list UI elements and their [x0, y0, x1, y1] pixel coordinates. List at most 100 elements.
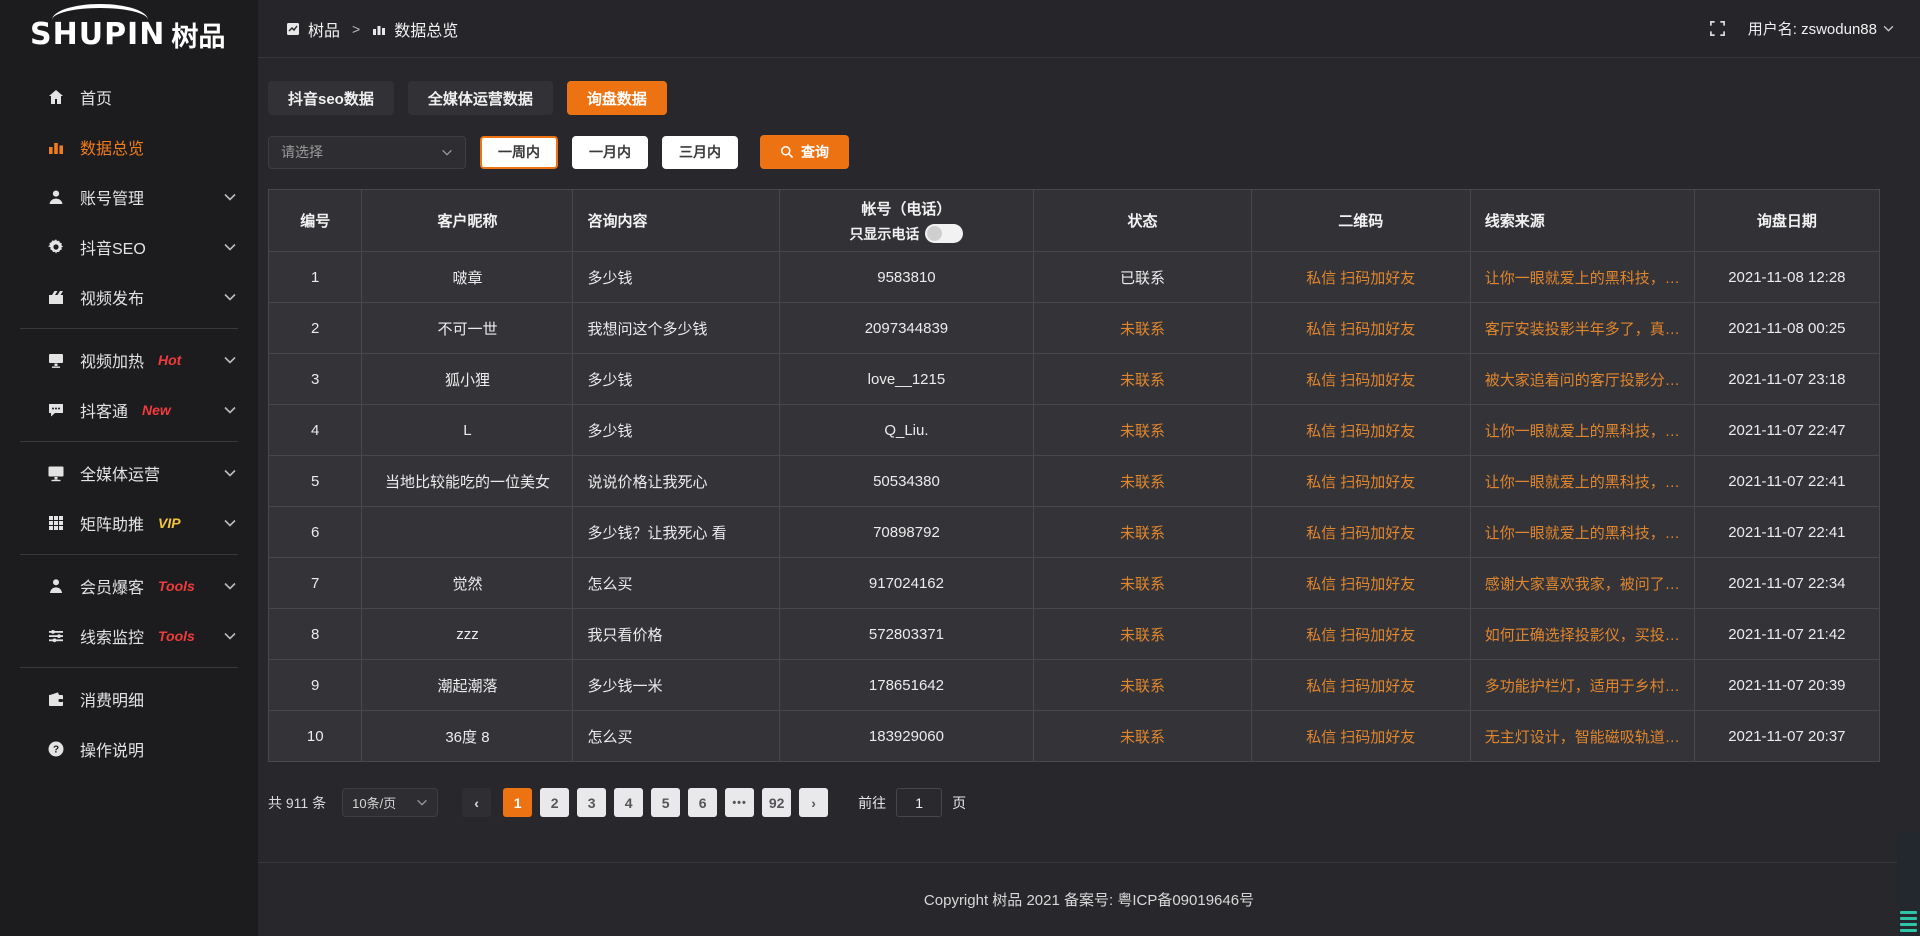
next-page-button[interactable]: › — [799, 788, 828, 817]
cell-date: 2021-11-07 22:41 — [1694, 456, 1879, 507]
cell-nickname: 觉然 — [362, 558, 573, 609]
sidebar-item-11[interactable]: 线索监控Tools — [0, 611, 258, 661]
sidebar-item-6[interactable]: 视频加热Hot — [0, 335, 258, 385]
phone-only-toggle[interactable] — [925, 224, 963, 243]
page-footer: Copyright 树品 2021 备案号: 粤ICP备09019646号 — [258, 862, 1920, 936]
cell-qrcode-link[interactable]: 私信 扫码加好友 — [1251, 558, 1470, 609]
cell-content: 多少钱 — [573, 252, 779, 303]
sidebar-divider — [20, 554, 238, 555]
sidebar-item-label: 全媒体运营 — [80, 461, 160, 485]
wallet-icon — [46, 689, 66, 709]
goto-page-input[interactable] — [896, 788, 942, 817]
sidebar: SHUPIN 树品 首页数据总览账号管理抖音SEO 视频发布视频加热Hot抖客通N… — [0, 0, 258, 936]
cell-qrcode-link[interactable]: 私信 扫码加好友 — [1251, 354, 1470, 405]
user-icon — [46, 187, 66, 207]
monitor-icon — [46, 463, 66, 483]
user-menu[interactable]: 用户名: zswodun88 — [1748, 18, 1894, 39]
logo-brand-en: SHUPIN — [30, 17, 165, 52]
cell-source-link[interactable]: 感谢大家喜欢我家，被问了好... — [1470, 558, 1694, 609]
query-button[interactable]: 查询 — [760, 135, 849, 169]
sidebar-item-12[interactable]: 消费明细 — [0, 674, 258, 724]
sidebar-item-label: 视频发布 — [80, 285, 144, 309]
sidebar-item-badge: Tools — [158, 578, 195, 594]
fullscreen-icon[interactable] — [1709, 20, 1726, 37]
tab-inquiry-data[interactable]: 询盘数据 — [567, 81, 667, 115]
cell-qrcode-link[interactable]: 私信 扫码加好友 — [1251, 660, 1470, 711]
cell-qrcode-link[interactable]: 私信 扫码加好友 — [1251, 507, 1470, 558]
cell-content: 我只看价格 — [573, 609, 779, 660]
period-week-button[interactable]: 一周内 — [480, 136, 558, 169]
chat-widget-sliver[interactable] — [1897, 832, 1920, 936]
sidebar-item-7[interactable]: 抖客通New — [0, 385, 258, 435]
cell-qrcode-link[interactable]: 私信 扫码加好友 — [1251, 456, 1470, 507]
cell-qrcode-link[interactable]: 私信 扫码加好友 — [1251, 609, 1470, 660]
page-button-1[interactable]: 1 — [503, 788, 532, 817]
chevron-down-icon — [1883, 25, 1894, 32]
cell-nickname: 狐小狸 — [362, 354, 573, 405]
page-button-92[interactable]: 92 — [762, 788, 791, 817]
logo-arc-decoration — [52, 4, 148, 20]
app-logo[interactable]: SHUPIN 树品 — [0, 0, 258, 58]
cell-source-link[interactable]: 让你一眼就爱上的黑科技，能... — [1470, 405, 1694, 456]
page-size-select[interactable]: 10条/页 — [342, 788, 438, 817]
tab-media-operation-data[interactable]: 全媒体运营数据 — [408, 81, 553, 115]
period-month-button[interactable]: 一月内 — [572, 136, 648, 169]
sidebar-item-1[interactable]: 首页 — [0, 72, 258, 122]
col-header-account: 帐号（电话） 只显示电话 — [779, 190, 1034, 252]
cell-source-link[interactable]: 多功能护栏灯，适用于乡村文... — [1470, 660, 1694, 711]
page-button-3[interactable]: 3 — [577, 788, 606, 817]
table-row: 2不可一世我想问这个多少钱2097344839未联系私信 扫码加好友客厅安装投影… — [269, 303, 1880, 354]
cell-source-link[interactable]: 让你一眼就爱上的黑科技，能... — [1470, 456, 1694, 507]
page-button-4[interactable]: 4 — [614, 788, 643, 817]
chevron-down-icon — [224, 188, 236, 206]
page-more-button[interactable]: ••• — [725, 788, 754, 817]
sidebar-item-5[interactable]: 视频发布 — [0, 272, 258, 322]
heat-monitor-icon — [46, 350, 66, 370]
cell-content: 多少钱？让我死心 看 — [573, 507, 779, 558]
sidebar-item-13[interactable]: ?操作说明 — [0, 724, 258, 774]
cell-status: 未联系 — [1034, 558, 1251, 609]
page-number-buttons: 123456 ••• 92 — [503, 788, 791, 817]
cell-content: 怎么买 — [573, 558, 779, 609]
cell-qrcode-link[interactable]: 私信 扫码加好友 — [1251, 303, 1470, 354]
sidebar-item-9[interactable]: 矩阵助推VIP — [0, 498, 258, 548]
sidebar-item-8[interactable]: 全媒体运营 — [0, 448, 258, 498]
breadcrumb-root[interactable]: 树品 — [308, 17, 340, 41]
cell-account: 2097344839 — [779, 303, 1034, 354]
page-button-5[interactable]: 5 — [651, 788, 680, 817]
cell-date: 2021-11-07 22:47 — [1694, 405, 1879, 456]
table-row: 6多少钱？让我死心 看70898792未联系私信 扫码加好友让你一眼就爱上的黑科… — [269, 507, 1880, 558]
cell-qrcode-link[interactable]: 私信 扫码加好友 — [1251, 405, 1470, 456]
table-row: 9潮起潮落多少钱一米178651642未联系私信 扫码加好友多功能护栏灯，适用于… — [269, 660, 1880, 711]
table-header-row: 编号 客户昵称 咨询内容 帐号（电话） 只显示电话 状态 二维码 — [269, 190, 1880, 252]
period-quarter-button[interactable]: 三月内 — [662, 136, 738, 169]
cell-source-link[interactable]: 让你一眼就爱上的黑科技，能... — [1470, 252, 1694, 303]
cell-id: 4 — [269, 405, 362, 456]
cell-source-link[interactable]: 无主灯设计，智能磁吸轨道灯... — [1470, 711, 1694, 762]
prev-page-button[interactable]: ‹ — [462, 788, 491, 817]
cell-source-link[interactable]: 被大家追着问的客厅投影分享... — [1470, 354, 1694, 405]
sidebar-item-10[interactable]: 会员爆客Tools — [0, 561, 258, 611]
cell-content: 多少钱一米 — [573, 660, 779, 711]
cell-qrcode-link[interactable]: 私信 扫码加好友 — [1251, 252, 1470, 303]
cell-id: 8 — [269, 609, 362, 660]
sidebar-item-label: 抖客通 — [80, 398, 128, 422]
cell-status: 未联系 — [1034, 456, 1251, 507]
tab-douyin-seo-data[interactable]: 抖音seo数据 — [268, 81, 394, 115]
search-icon — [780, 145, 794, 159]
sidebar-item-badge: Hot — [158, 352, 181, 368]
grid-icon — [46, 513, 66, 533]
page-button-2[interactable]: 2 — [540, 788, 569, 817]
cell-date: 2021-11-07 20:37 — [1694, 711, 1879, 762]
page-button-6[interactable]: 6 — [688, 788, 717, 817]
cell-source-link[interactable]: 如何正确选择投影仪，买投影... — [1470, 609, 1694, 660]
cell-qrcode-link[interactable]: 私信 扫码加好友 — [1251, 711, 1470, 762]
cell-source-link[interactable]: 客厅安装投影半年多了，真实... — [1470, 303, 1694, 354]
sliders-icon — [46, 626, 66, 646]
page-size-value: 10条/页 — [352, 793, 396, 812]
cell-source-link[interactable]: 让你一眼就爱上的黑科技，能... — [1470, 507, 1694, 558]
sidebar-item-2[interactable]: 数据总览 — [0, 122, 258, 172]
sidebar-item-4[interactable]: 抖音SEO — [0, 222, 258, 272]
sidebar-item-3[interactable]: 账号管理 — [0, 172, 258, 222]
account-select[interactable]: 请选择 — [268, 136, 466, 169]
